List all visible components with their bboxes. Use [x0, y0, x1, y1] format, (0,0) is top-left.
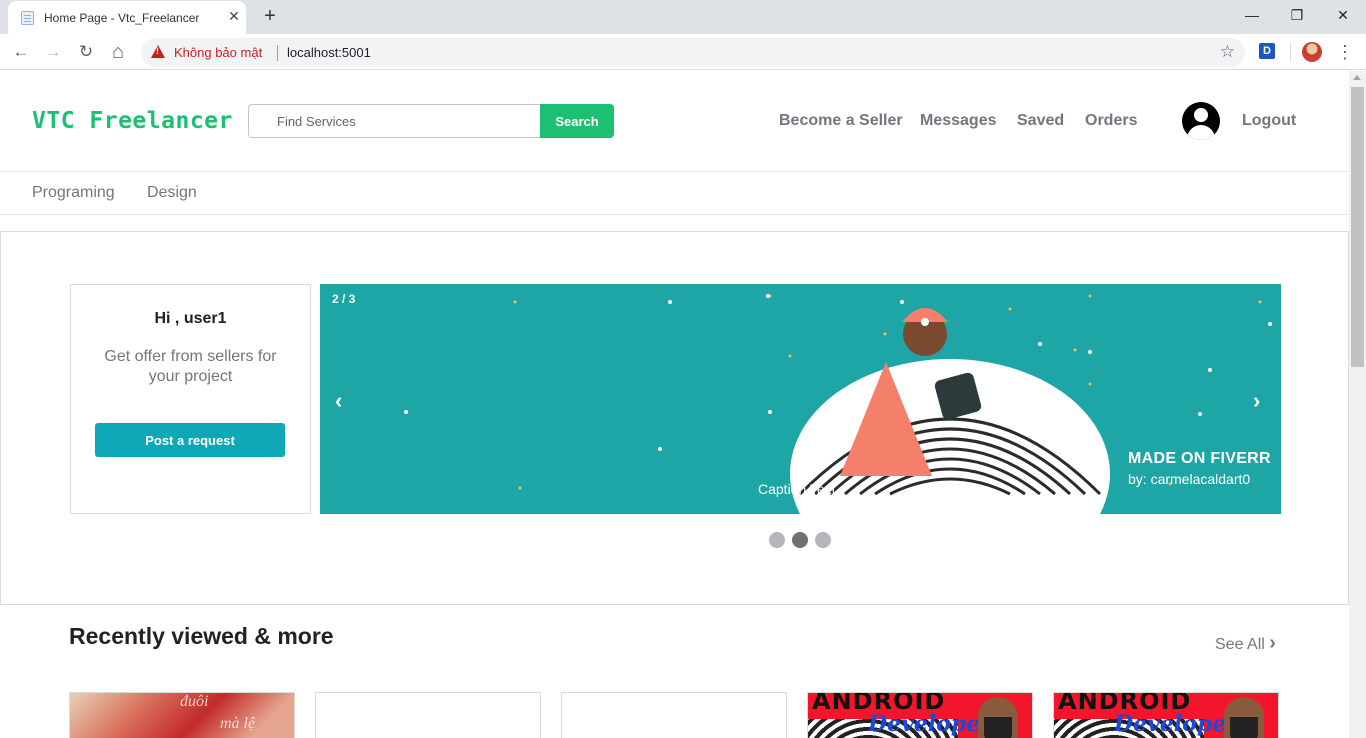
greeting: Hi , user1 [154, 310, 227, 327]
close-window-button[interactable]: ✕ [1329, 4, 1357, 26]
seller-photo [1224, 697, 1264, 738]
page-scrollbar[interactable] [1349, 71, 1366, 738]
url-text[interactable]: localhost:5001 [287, 45, 371, 60]
illustration-figure [790, 308, 1110, 514]
security-status[interactable]: Không bảo mật [174, 45, 262, 60]
see-all-label: See All [1215, 636, 1265, 653]
browser-tab-strip: Home Page - Vtc_Freelancer ✕ + — ❐ ✕ [0, 0, 1366, 34]
extension-icon[interactable]: D [1259, 43, 1275, 59]
category-design[interactable]: Design [147, 184, 197, 202]
chevron-right-icon: › [1269, 632, 1276, 654]
see-all-link[interactable]: See All › [1215, 632, 1276, 654]
carousel-prev-icon[interactable]: ‹ [335, 390, 342, 412]
nav-saved[interactable]: Saved [1017, 112, 1064, 130]
carousel-dot-2[interactable] [792, 532, 808, 548]
nav-messages[interactable]: Messages [920, 112, 997, 130]
nav-become-seller[interactable]: Become a Seller [779, 112, 903, 130]
toolbar-divider [1290, 43, 1291, 61]
logout-link[interactable]: Logout [1242, 112, 1296, 130]
carousel-dot-1[interactable] [769, 532, 785, 548]
scrollbar-thumb[interactable] [1351, 87, 1364, 367]
card-overlay-text: mà lệ [220, 715, 256, 732]
made-on-fiverr-label: MADE ON FIVERR [1128, 450, 1271, 467]
gig-card[interactable] [315, 692, 541, 738]
page-favicon-icon [21, 11, 34, 25]
card-overlay-text: đuôi [180, 693, 209, 710]
search-button[interactable]: Search [540, 104, 614, 138]
gig-card[interactable]: ANDROID Developer [807, 692, 1033, 738]
bookmark-star-icon[interactable]: ☆ [1220, 42, 1235, 62]
new-tab-button[interactable]: + [259, 5, 281, 27]
tab-title: Home Page - Vtc_Freelancer [44, 11, 200, 25]
address-bar[interactable]: Không bảo mật localhost:5001 ☆ [141, 38, 1245, 67]
nav-orders[interactable]: Orders [1085, 112, 1137, 130]
page-viewport: VTC Freelancer Search Become a Seller Me… [0, 71, 1366, 738]
address-separator [277, 45, 278, 61]
browser-tab[interactable]: Home Page - Vtc_Freelancer ✕ [8, 1, 246, 34]
category-programing[interactable]: Programing [32, 184, 115, 202]
avatar-head [1194, 108, 1208, 122]
reload-button[interactable]: ↻ [73, 39, 99, 65]
site-header: VTC Freelancer Search Become a Seller Me… [0, 71, 1349, 172]
profile-avatar[interactable] [1302, 42, 1322, 62]
forward-button[interactable]: → [40, 39, 66, 65]
gig-card[interactable]: ANDROID Developer [1053, 692, 1279, 738]
slide-counter: 2 / 3 [332, 292, 356, 306]
hero-section: Hi , user1 Get offer from sellers for yo… [0, 231, 1349, 605]
browser-menu-icon[interactable]: ⋮ [1336, 40, 1354, 64]
search-bar: Search [248, 104, 614, 138]
tab-close-icon[interactable]: ✕ [226, 8, 242, 24]
welcome-subtitle: Get offer from sellers for your project [104, 348, 277, 385]
welcome-card: Hi , user1 Get offer from sellers for yo… [70, 284, 311, 514]
carousel-dot-3[interactable] [815, 532, 831, 548]
carousel-next-icon[interactable]: › [1253, 390, 1260, 412]
banner-author: by: carmelacaldart0 [1128, 471, 1251, 487]
gig-card[interactable]: đuôi mà lệ [69, 692, 295, 738]
site-logo[interactable]: VTC Freelancer [32, 108, 233, 134]
card-subheadline: Developer [1114, 711, 1238, 737]
home-button[interactable]: ⌂ [105, 39, 131, 65]
banner-carousel: 2 / 3 ‹ › Caption Text MADE ON FIVERR by… [320, 284, 1281, 514]
post-request-button[interactable]: Post a request [95, 423, 285, 457]
warning-icon[interactable] [151, 45, 165, 58]
scroll-up-icon[interactable] [1353, 75, 1361, 80]
category-menu: Programing Design [0, 172, 1349, 215]
seller-photo [978, 697, 1018, 738]
slide-caption: Caption Text [758, 481, 836, 497]
recently-viewed-title: Recently viewed & more [69, 623, 334, 649]
browser-toolbar: ← → ↻ ⌂ Không bảo mật localhost:5001 ☆ D… [0, 34, 1366, 70]
back-button[interactable]: ← [8, 39, 34, 65]
search-input[interactable] [248, 104, 541, 138]
gig-card[interactable] [561, 692, 787, 738]
restore-window-button[interactable]: ❐ [1283, 4, 1311, 26]
card-subheadline: Developer [868, 711, 992, 737]
user-avatar-icon[interactable] [1182, 102, 1220, 140]
minimize-window-button[interactable]: — [1238, 4, 1266, 26]
avatar-body [1187, 125, 1215, 140]
